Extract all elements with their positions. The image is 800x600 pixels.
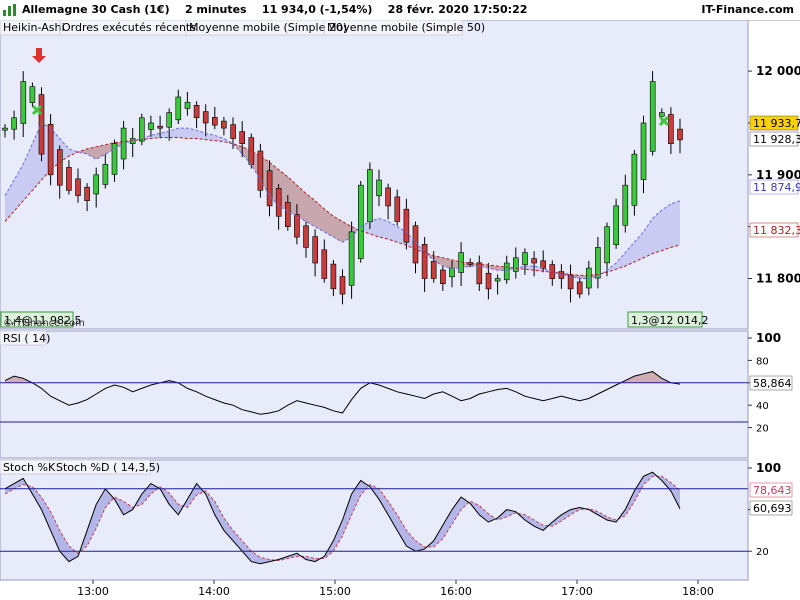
stoch-d-marker: 78,643 — [749, 482, 793, 498]
rsi-value-marker: 58,864 — [749, 375, 793, 391]
legend-heikin-ashi[interactable]: Heikin-Ashi — [3, 21, 65, 34]
time-tick-label: 15:00 — [319, 585, 351, 598]
chart-area[interactable]: Heikin-Ashi Ordres exécutés récents Moye… — [0, 20, 800, 600]
rsi-tick-label: 100 — [756, 331, 781, 345]
stoch-tick-label: 100 — [756, 461, 781, 475]
low-annotation: 1,4@11 982,5 ©ITFinance.com — [0, 311, 85, 329]
price-legend: Heikin-Ashi Ordres exécutés récents Moye… — [0, 20, 485, 36]
candle — [257, 143, 264, 198]
stoch-panel[interactable]: Stoch %K Stoch %D ( 14,3,5) 1006020 78,6… — [0, 459, 793, 581]
candle — [248, 133, 255, 169]
other-price-label: 11 928,3 — [753, 133, 800, 146]
sma20-price-marker: 11 874,9 — [749, 179, 800, 195]
price-axis: 12 00011 95011 90011 85011 800 — [748, 64, 800, 286]
rsi-panel[interactable]: RSI ( 14) 10080604020 58,864 — [0, 330, 793, 459]
candle — [357, 181, 364, 263]
bar-chart-icon — [3, 4, 16, 16]
high-annotation: 1,3@12 014,2 — [627, 311, 708, 328]
brand-name: IT-Finance.com — [701, 3, 794, 16]
rsi-tick-label: 20 — [756, 424, 769, 435]
sma50-price-label: 11 832,3 — [753, 224, 800, 237]
rsi-legend[interactable]: RSI ( 14) — [3, 332, 50, 345]
timeframe[interactable]: 2 minutes — [185, 3, 247, 16]
time-tick-label: 13:00 — [77, 585, 109, 598]
sma20-price-label: 11 874,9 — [753, 181, 800, 194]
rsi-panel-background — [0, 330, 749, 459]
watermark: ©ITFinance.com — [3, 318, 85, 329]
time-tick-label: 17:00 — [561, 585, 593, 598]
time-axis: 13:00 14:00 15:00 16:00 17:00 18:00 — [77, 580, 714, 598]
rsi-tick-label: 80 — [756, 356, 769, 367]
candle — [139, 113, 145, 146]
chart-header: Allemagne 30 Cash (1€) 2 minutes 11 934,… — [22, 3, 527, 16]
candle — [38, 87, 45, 162]
price-tick-label: 11 900 — [756, 168, 800, 182]
legend-sma20[interactable]: Moyenne mobile (Simple 20) — [189, 21, 347, 34]
rsi-tick-label: 40 — [756, 401, 769, 412]
time-tick-label: 14:00 — [198, 585, 230, 598]
stoch-k-legend[interactable]: Stoch %K — [3, 461, 56, 474]
high-annotation-text: 1,3@12 014,2 — [631, 314, 708, 327]
time-tick-label: 16:00 — [440, 585, 472, 598]
title-bar: Allemagne 30 Cash (1€) 2 minutes 11 934,… — [0, 0, 800, 21]
candle — [47, 114, 54, 186]
time-tick-label: 18:00 — [682, 585, 714, 598]
candle — [367, 162, 373, 230]
other-price-marker: 11 928,3 — [749, 131, 800, 147]
stoch-panel-background — [0, 459, 749, 581]
instrument-name: Allemagne 30 Cash (1€) — [22, 3, 170, 16]
candle — [649, 71, 656, 156]
stoch-d-legend[interactable]: Stoch %D ( 14,3,5) — [56, 461, 160, 474]
stoch-tick-label: 20 — [756, 547, 769, 558]
stoch-k-value-label: 60,693 — [753, 502, 792, 515]
price-tick-label: 12 000 — [756, 64, 800, 78]
candle — [613, 198, 620, 249]
sma50-price-marker: 11 832,3 — [749, 222, 800, 238]
rsi-value-label: 58,864 — [753, 377, 792, 390]
last-price-marker: 11 933,7 — [749, 115, 800, 131]
stoch-d-value-label: 78,643 — [753, 484, 792, 497]
legend-sma50[interactable]: Moyenne mobile (Simple 50) — [327, 21, 485, 34]
price-panel[interactable]: Heikin-Ashi Ordres exécutés récents Moye… — [0, 20, 800, 330]
last-quote: 11 934,0 (-1,54%) — [261, 3, 373, 16]
legend-recent-orders[interactable]: Ordres exécutés récents — [62, 21, 196, 34]
quote-datetime: 28 févr. 2020 17:50:22 — [387, 3, 528, 16]
last-price-label: 11 933,7 — [753, 117, 800, 130]
price-tick-label: 11 800 — [756, 272, 800, 286]
stoch-k-marker: 60,693 — [749, 500, 793, 516]
